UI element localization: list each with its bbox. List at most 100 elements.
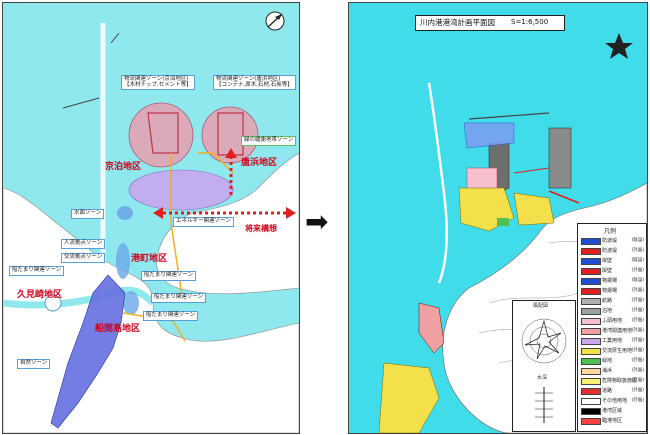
- legend-row: 防波堤 (既設): [578, 236, 646, 245]
- legend-label: 岸壁: [602, 258, 613, 264]
- legend-status: (計画): [631, 268, 644, 273]
- legend-status: (計画): [631, 358, 644, 363]
- minatomachi-district-label: 港町地区: [131, 254, 168, 264]
- legend-status: (既設): [631, 278, 644, 283]
- future-plan-label: 将来構想: [245, 224, 277, 233]
- legend-row: 緑地 (計画): [578, 356, 646, 365]
- water-zone-name: 水面ゾーン: [74, 210, 102, 216]
- legend-row: 防波堤 (計画): [578, 246, 646, 255]
- legend-label: 臨港地区: [602, 418, 623, 424]
- legend-swatch: [581, 388, 601, 395]
- legend-label: 港湾関連用地: [602, 328, 633, 334]
- concept-zoning-map: 物流関連ゾーン(京泊地区) 【木材チップ,セメント等】 物流関連ゾーン(唐浜地区)…: [2, 2, 300, 434]
- port-yellow-area-2: [513, 192, 555, 226]
- boat-north-name: 船だまり関連ゾーン: [154, 294, 204, 300]
- legend-label: 航路: [602, 298, 613, 304]
- karahama-district-label: 唐浜地区: [241, 158, 278, 168]
- water-zone-label: 水面ゾーン: [71, 209, 105, 219]
- transition-arrow-icon: ➡: [305, 205, 329, 238]
- legend-row: 岸壁 (既設): [578, 256, 646, 265]
- legend-swatch: [581, 258, 601, 265]
- legend-status: (計画): [631, 368, 644, 373]
- legend-status: (計画): [631, 308, 644, 313]
- legend-status: (計画): [631, 378, 644, 383]
- port-plan-map: 川内港港湾計画平面図 S=1:6,500 凡例 防波堤 (既設) 防波堤 (計画) 岸壁…: [348, 2, 648, 434]
- legend-row: その他用地 (計画): [578, 396, 646, 405]
- water-zone-dot: [117, 206, 133, 220]
- legend-swatch: [581, 268, 601, 275]
- legend-row: 物揚場 (計画): [578, 286, 646, 295]
- legend-label: その他用地: [602, 398, 628, 404]
- legend-label: 海浜: [602, 368, 613, 374]
- plan-title-box: 川内港港湾計画平面図 S=1:6,500: [415, 15, 565, 31]
- legend-label: 工業用地: [602, 338, 623, 344]
- legend-label: 緑地: [602, 358, 613, 364]
- legend-status: (計画): [631, 298, 644, 303]
- legend-row: 航路 (計画): [578, 296, 646, 305]
- legend-row: 港湾区域: [578, 406, 646, 415]
- marina-center-name: 船だまり関連ゾーン: [144, 272, 194, 278]
- energy-zone-label: エネルギー関連ゾーン: [173, 217, 234, 227]
- pier-east: [548, 127, 572, 189]
- windrose-title: 風配図: [533, 303, 549, 309]
- legend-status: (既設): [631, 238, 644, 243]
- legend-swatch: [581, 288, 601, 295]
- funamajima-district-label: 船間島地区: [95, 324, 141, 334]
- legend-row: 海浜 (計画): [578, 366, 646, 375]
- legend-row: 岸壁 (計画): [578, 266, 646, 275]
- legend-swatch: [581, 418, 601, 425]
- legend-row: 交流厚生用地 (計画): [578, 346, 646, 355]
- boat-north-label: 船だまり関連ゾーン: [151, 293, 207, 303]
- legend-swatch: [581, 378, 601, 385]
- legend-label: ふ頭用地: [602, 318, 623, 324]
- legend-label: 泊地: [602, 308, 613, 314]
- legend-status: (計画): [631, 388, 644, 393]
- legend-swatch: [581, 368, 601, 375]
- green-buffer-name: 緑の緩衝地帯ゾーン: [244, 137, 294, 143]
- legend-status: (計画): [631, 338, 644, 343]
- legend-swatch: [581, 408, 601, 415]
- industrial-zone: [128, 169, 234, 211]
- fishery-zone-name: 船だまり関連ゾーン: [146, 312, 196, 318]
- concept-map-canvas: [3, 3, 299, 433]
- seashore-zone-label: 自然ゾーン: [17, 359, 51, 369]
- legend-status: (計画): [631, 288, 644, 293]
- legend-row: 物揚場 (既設): [578, 276, 646, 285]
- kumizaki-district-label: 久見崎地区: [17, 290, 63, 300]
- legend-swatch: [581, 398, 601, 405]
- windrose-chart: [521, 318, 567, 364]
- depth-title: 水深: [537, 375, 548, 381]
- energy-zone-name: エネルギー関連ゾーン: [176, 218, 231, 224]
- legend-row: 道路 (計画): [578, 386, 646, 395]
- legend-row: ふ頭用地 (計画): [578, 316, 646, 325]
- legend-swatch: [581, 308, 601, 315]
- legend-label: 物揚場: [602, 278, 618, 284]
- legend-status: (計画): [631, 398, 644, 403]
- legend-swatch: [581, 278, 601, 285]
- legend-swatch: [581, 358, 601, 365]
- legend-status: (既設): [631, 258, 644, 263]
- depth-scale: [535, 387, 553, 423]
- logistics-east-label: 物流関連ゾーン(唐浜地区) 【コンテナ,原木,石材,石炭等】: [213, 75, 296, 90]
- legend-row: 臨港地区: [578, 416, 646, 425]
- legend-row: 泊地 (計画): [578, 306, 646, 315]
- logistics-west-cargo: 【木材チップ,セメント等】: [124, 81, 192, 88]
- legend-rows: 防波堤 (既設) 防波堤 (計画) 岸壁 (既設) 岸壁 (計画) 物揚場 (既設) 物揚場 (計画)…: [578, 236, 646, 431]
- marina-center-label: 船だまり関連ゾーン: [141, 271, 197, 281]
- legend-label: 防波堤: [602, 248, 618, 254]
- boat-zone: [123, 291, 139, 315]
- legend-label: 交流厚生用地: [602, 348, 633, 354]
- windrose-box: 風配図 水深: [512, 300, 576, 432]
- legend-label: 岸壁: [602, 268, 613, 274]
- minatomachi-zone: [116, 243, 130, 279]
- legend-row: 港湾関連用地 (計画): [578, 326, 646, 335]
- legend-swatch: [581, 328, 601, 335]
- green-buffer-label: 緑の緩衝地帯ゾーン: [241, 136, 297, 146]
- recreation-zone-label: 人流拠点ゾーン: [61, 239, 106, 249]
- legend-swatch: [581, 338, 601, 345]
- legend-label: 防波堤: [602, 238, 618, 244]
- legend-label: 物揚場: [602, 288, 618, 294]
- legend-status: (計画): [631, 248, 644, 253]
- green-space-plan: [497, 218, 509, 226]
- plan-title: 川内港港湾計画平面図: [420, 18, 495, 27]
